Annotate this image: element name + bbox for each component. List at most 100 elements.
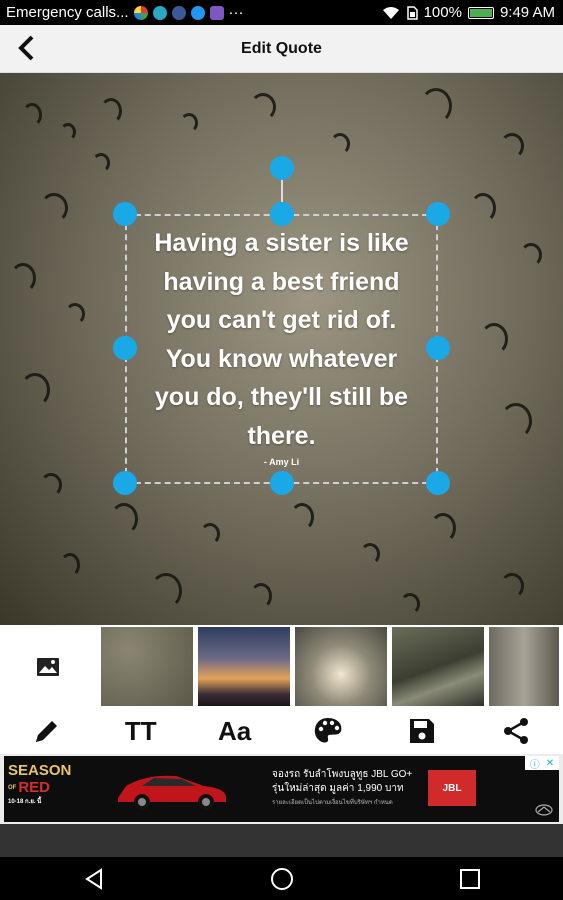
close-icon[interactable]: ✕ [546, 758, 554, 769]
nav-recents-icon[interactable] [459, 868, 481, 890]
quote-line: you can't get rid of. [166, 306, 397, 334]
raindrop [20, 373, 50, 407]
raindrop [360, 543, 380, 565]
raindrop [100, 98, 122, 124]
share-icon[interactable] [496, 711, 536, 751]
app-bar: Edit Quote [0, 25, 563, 73]
rotate-handle[interactable] [270, 156, 294, 180]
ad-creative[interactable]: SEASON OF RED 10-18 ก.ย. นี้ จองรถ รับลำ… [4, 756, 559, 822]
background-thumbnail-road[interactable] [392, 627, 484, 706]
background-thumbnail-clouds[interactable] [295, 627, 387, 706]
sim-icon [406, 5, 418, 20]
palette-icon[interactable] [308, 711, 348, 751]
raindrop [10, 263, 36, 293]
app-notification-icon [152, 5, 167, 20]
quote-text[interactable]: Having a sister is like having a best fr… [128, 224, 435, 455]
font-icon[interactable]: Aa [215, 711, 255, 751]
raindrop [60, 123, 76, 141]
raindrop [60, 553, 80, 577]
status-bar: Emergency calls... ··· 100% 9:49 AM [0, 0, 563, 25]
ad-dates: 10-18 ก.ย. นี้ [8, 799, 42, 805]
raindrop [420, 88, 452, 124]
app-notification-icon [209, 5, 224, 20]
ad-season-line1: SEASON [8, 762, 72, 779]
arrow-back-icon[interactable] [10, 31, 44, 65]
raindrop [500, 573, 524, 599]
background-thumbnail-raindrops[interactable] [101, 627, 193, 706]
info-icon[interactable]: ⓘ [530, 756, 540, 771]
save-icon[interactable] [402, 711, 442, 751]
background-thumbnail-stone[interactable] [489, 627, 559, 706]
pencil-icon[interactable] [27, 711, 67, 751]
raindrop [200, 523, 220, 545]
nav-back-icon[interactable] [83, 867, 105, 890]
ad-season-logo: SEASON OF RED 10-18 ก.ย. นี้ [8, 762, 84, 816]
ad-subline: รุ่นใหม่ล่าสุด มูลค่า 1,990 บาท [272, 783, 404, 794]
raindrop [430, 513, 456, 543]
ad-banner[interactable]: SEASON OF RED 10-18 ก.ย. นี้ จองรถ รับลำ… [0, 754, 563, 824]
text-size-icon[interactable]: TT [121, 711, 161, 751]
resize-handle-top[interactable] [270, 202, 294, 226]
quote-author[interactable]: - Amy Li [128, 457, 435, 467]
text-size-label: TT [124, 715, 157, 746]
raindrop [250, 93, 276, 121]
battery-percent: 100% [423, 4, 462, 21]
quote-line: Having a sister is like [154, 229, 409, 257]
clock: 9:49 AM [499, 4, 555, 21]
quote-line: You know whatever [165, 344, 398, 373]
raindrop [290, 503, 314, 531]
ad-season-line3: RED [18, 779, 51, 796]
background-thumbnail-sunset[interactable] [198, 627, 290, 706]
system-nav-bar [0, 857, 563, 900]
raindrop [400, 593, 420, 615]
facebook-icon [171, 5, 186, 20]
resize-handle-left[interactable] [113, 336, 137, 360]
quote-line: having a best friend [163, 267, 400, 296]
raindrop [520, 243, 542, 267]
overflow-notifications: ··· [228, 4, 244, 21]
raindrop [40, 473, 62, 497]
quote-line: there. [247, 421, 316, 450]
quote-canvas[interactable]: Having a sister is like having a best fr… [0, 73, 563, 625]
messenger-icon [190, 5, 205, 20]
raindrop [180, 113, 198, 133]
app-notification-icon [133, 5, 148, 20]
quote-line: you do, they'll still be [154, 383, 409, 411]
raindrop [500, 133, 524, 159]
wifi-icon [382, 6, 399, 19]
mazda-logo [535, 804, 553, 816]
ad-fineprint: รายละเอียดเป็นไปตามเงื่อนไขที่บริษัทฯ กำ… [272, 800, 393, 806]
raindrop [92, 153, 110, 173]
raindrop [480, 323, 508, 355]
resize-handle-bottom[interactable] [270, 471, 294, 495]
ad-jbl-box: JBL [428, 770, 476, 806]
ad-headline: จองรถ รับลำโพงบลูทูธ JBL GO+ [272, 769, 413, 780]
car-image [118, 775, 226, 810]
notification-text: Emergency calls... [6, 4, 129, 21]
raindrop [470, 193, 496, 223]
resize-handle-right[interactable] [426, 336, 450, 360]
ad-text: จองรถ รับลำโพงบลูทูธ JBL GO+ รุ่นใหม่ล่า… [272, 768, 412, 810]
resize-handle-bottom-right[interactable] [426, 471, 450, 495]
ad-choices[interactable]: ⓘ ✕ [525, 756, 559, 771]
raindrop [150, 573, 182, 609]
pick-image-button[interactable] [0, 625, 96, 708]
raindrop [65, 303, 85, 325]
raindrop [40, 193, 68, 223]
ad-season-line2: OF [8, 784, 17, 791]
raindrop [22, 103, 42, 127]
page-title: Edit Quote [241, 39, 322, 57]
resize-handle-top-right[interactable] [426, 202, 450, 226]
raindrop [330, 133, 350, 155]
battery-icon [467, 6, 494, 19]
resize-handle-top-left[interactable] [113, 202, 137, 226]
edit-toolbar: TT Aa [0, 708, 563, 754]
raindrop [500, 403, 532, 439]
resize-handle-bottom-left[interactable] [113, 471, 137, 495]
ad-spacer [0, 824, 563, 857]
raindrop [110, 503, 138, 535]
image-icon [37, 657, 59, 676]
raindrop [250, 583, 272, 609]
font-label: Aa [217, 715, 252, 746]
nav-home-icon[interactable] [270, 867, 294, 891]
